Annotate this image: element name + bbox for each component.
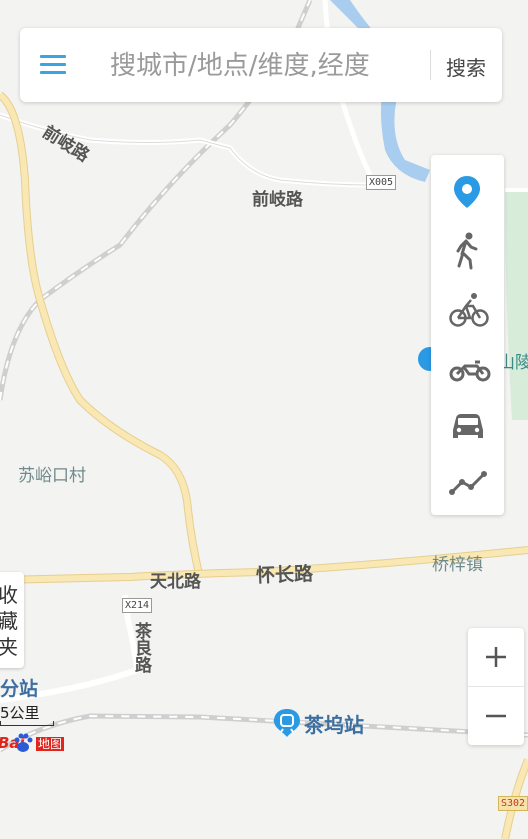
road-label-tianbei: 天北路 [150, 572, 201, 592]
place-label-partial-station: 分站 [0, 678, 39, 700]
search-bar: 搜索 [20, 28, 502, 102]
road-label-qianqi: 前岐路 [252, 190, 303, 210]
favorites-char-3: 夹 [0, 635, 18, 659]
favorites-char-2: 藏 [0, 609, 18, 633]
road-badge-x214: X214 [122, 598, 153, 613]
zoom-controls [468, 628, 524, 745]
road-badge-s302: S302 [498, 796, 528, 811]
car-mode-button[interactable] [431, 392, 504, 450]
location-button[interactable] [431, 160, 504, 218]
favorites-char-1: 收 [0, 583, 18, 607]
zoom-in-button[interactable] [468, 628, 524, 686]
motorcycle-icon [449, 360, 491, 382]
location-pin-icon [454, 176, 480, 208]
place-label-suyukou: 苏峪口村 [18, 466, 86, 486]
paw-icon [14, 733, 33, 752]
zoom-out-button[interactable] [468, 687, 524, 745]
search-button[interactable]: 搜索 [446, 52, 486, 81]
plus-icon [486, 647, 506, 667]
route-line-icon [449, 471, 487, 495]
logo-text-ditu: 地图 [36, 737, 65, 751]
baidu-logo: Bai 地图 [0, 732, 68, 754]
road-badge-x005: X005 [366, 175, 397, 190]
walk-icon [456, 232, 478, 270]
motorcycle-mode-button[interactable] [431, 334, 504, 392]
station-label: 茶坞站 [304, 713, 364, 737]
favorites-button[interactable]: 收 藏 夹 [0, 572, 24, 668]
road-label-chaliang: 茶良路 [131, 622, 151, 673]
scale-bar [0, 721, 54, 726]
subway-station-icon [274, 709, 300, 737]
place-label-qiaozi: 桥梓镇 [432, 555, 483, 575]
walk-mode-button[interactable] [431, 218, 504, 276]
menu-icon[interactable] [40, 55, 66, 75]
search-divider [430, 50, 431, 80]
route-mode-button[interactable] [431, 450, 504, 508]
car-icon [453, 414, 483, 438]
road-label-huaichang: 怀长路 [255, 563, 314, 587]
minus-icon [486, 714, 506, 718]
search-input[interactable] [108, 46, 412, 86]
bicycle-icon [449, 293, 489, 327]
bicycle-mode-button[interactable] [431, 276, 504, 334]
transport-mode-panel [431, 155, 504, 515]
scale-label: 5公里 [0, 704, 40, 722]
